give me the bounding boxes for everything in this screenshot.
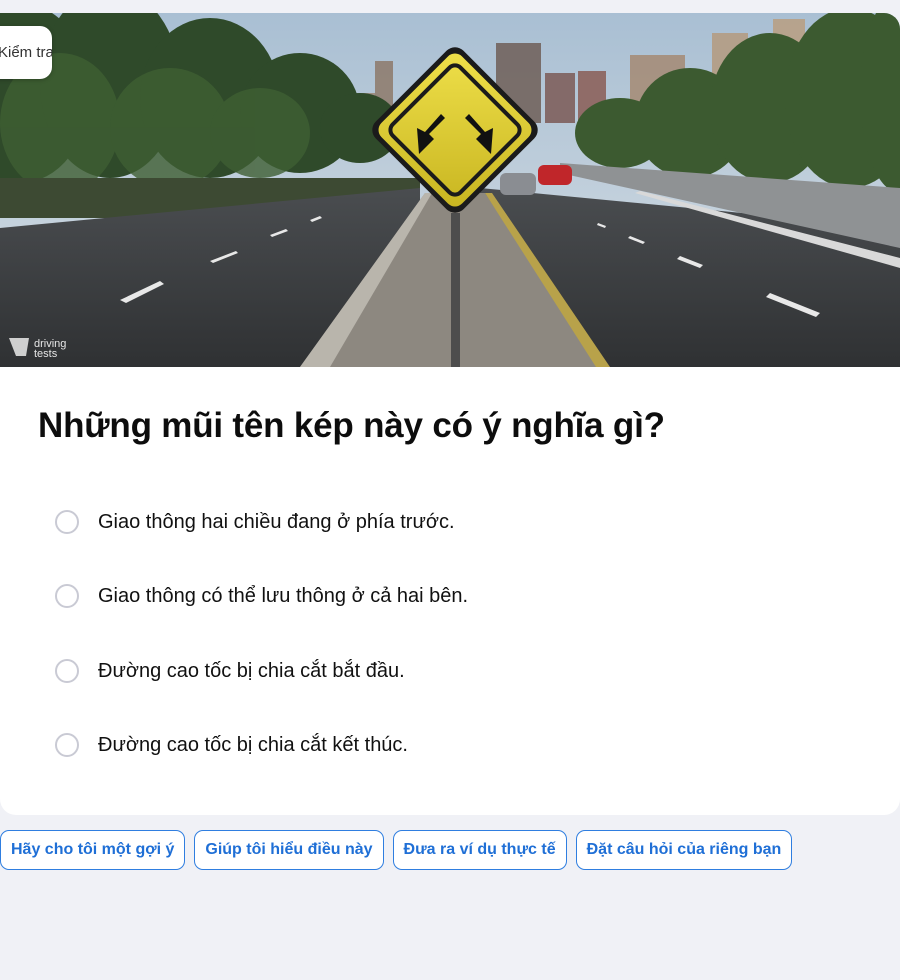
answer-label: Đường cao tốc bị chia cắt kết thúc. bbox=[98, 733, 408, 756]
svg-text:tests: tests bbox=[34, 348, 58, 360]
answer-label: Giao thông có thể lưu thông ở cả hai bên… bbox=[98, 584, 469, 607]
answer-option-3[interactable]: Đường cao tốc bị chia cắt bắt đầu. bbox=[55, 656, 405, 686]
answer-option-1[interactable]: Giao thông hai chiều đang ở phía trước. bbox=[55, 507, 455, 537]
radio-button-icon[interactable] bbox=[55, 659, 79, 683]
ask-own-question-button[interactable]: Đặt câu hỏi của riêng bạn bbox=[575, 830, 793, 870]
road-sign-image: driving tests bbox=[0, 13, 900, 367]
question-card: driving tests Kiểm tra Những mũi tên kép… bbox=[0, 13, 900, 815]
example-button[interactable]: Đưa ra ví dụ thực tế bbox=[392, 830, 567, 870]
hint-button[interactable]: Hãy cho tôi một gợi ý bbox=[0, 830, 186, 870]
answer-label: Đường cao tốc bị chia cắt bắt đầu. bbox=[98, 659, 405, 682]
answer-option-2[interactable]: Giao thông có thể lưu thông ở cả hai bên… bbox=[55, 581, 468, 611]
check-badge[interactable]: Kiểm tra bbox=[0, 26, 52, 79]
answer-option-4[interactable]: Đường cao tốc bị chia cắt kết thúc. bbox=[55, 730, 408, 760]
radio-button-icon[interactable] bbox=[55, 584, 79, 608]
radio-button-icon[interactable] bbox=[55, 510, 79, 534]
answer-label: Giao thông hai chiều đang ở phía trước. bbox=[98, 510, 455, 533]
explain-button[interactable]: Giúp tôi hiểu điều này bbox=[194, 830, 384, 870]
suggestion-chips: Hãy cho tôi một gợi ý Giúp tôi hiểu điều… bbox=[0, 830, 793, 870]
question-text: Những mũi tên kép này có ý nghĩa gì? bbox=[38, 406, 665, 445]
radio-button-icon[interactable] bbox=[55, 733, 79, 757]
